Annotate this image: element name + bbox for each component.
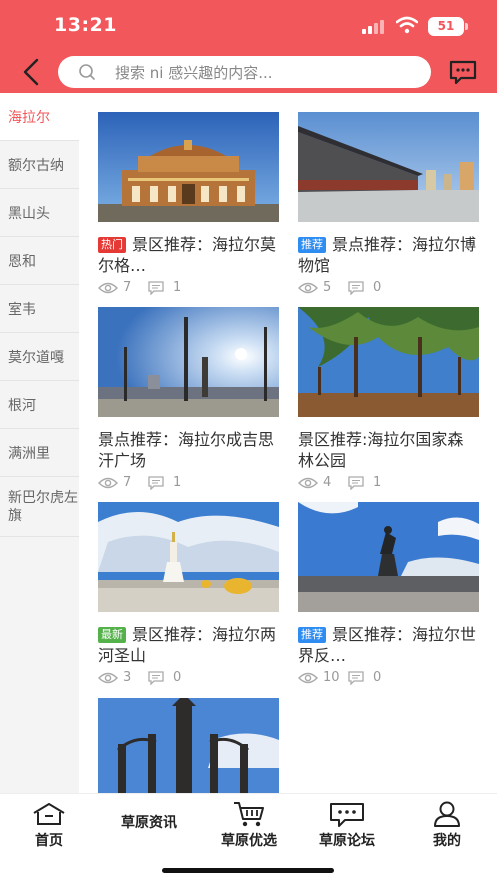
- view-count: 7: [123, 475, 132, 490]
- article-image: [98, 112, 279, 222]
- eye-icon: [298, 477, 318, 489]
- sidebar-item-shiwei[interactable]: 室韦: [0, 285, 79, 333]
- view-count: 7: [123, 280, 132, 295]
- article-image: [298, 307, 479, 417]
- nav-news[interactable]: 草原资讯: [104, 794, 194, 854]
- home-indicator: [162, 868, 334, 873]
- nav-mine[interactable]: 我的: [402, 794, 492, 854]
- region-sidebar: 海拉尔 额尔古纳 黑山头 恩和 室韦 莫尔道嘎 根河 满洲里 新巴尔虎左旗: [0, 93, 79, 793]
- nav-shop-label: 草原优选: [221, 833, 277, 849]
- comment-icon: [348, 281, 364, 295]
- article-image: [98, 307, 279, 417]
- sidebar-item-eerguna[interactable]: 额尔古纳: [0, 141, 79, 189]
- article-title: 景点推荐：海拉尔成吉思汗广场: [98, 430, 275, 470]
- article-image: [98, 502, 279, 612]
- eye-icon: [98, 282, 118, 294]
- sidebar-item-heishantou[interactable]: 黑山头: [0, 189, 79, 237]
- signal-icon: [362, 20, 386, 34]
- home-icon: [33, 803, 65, 825]
- article-title: 最新 景区推荐：海拉尔两河圣山: [98, 624, 279, 666]
- sidebar-item-hailaer[interactable]: 海拉尔: [0, 93, 79, 141]
- wifi-icon: [396, 16, 418, 34]
- search-placeholder: 搜索 ni 感兴趣的内容...: [115, 64, 273, 82]
- message-icon[interactable]: [448, 59, 478, 85]
- article-title: 推荐 景区推荐：海拉尔世界反…: [298, 624, 479, 666]
- comment-count: 0: [373, 280, 382, 295]
- nav-mine-label: 我的: [433, 833, 461, 849]
- cart-icon: [234, 802, 264, 827]
- view-count: 4: [323, 475, 332, 490]
- eye-icon: [98, 477, 118, 489]
- battery-indicator: 51: [428, 17, 464, 36]
- search-icon: [79, 64, 95, 80]
- nav-forum[interactable]: 草原论坛: [302, 794, 392, 854]
- article-image: [98, 698, 279, 793]
- sidebar-item-xinbaerhu[interactable]: 新巴尔虎左旗: [0, 477, 79, 537]
- view-count: 10: [323, 670, 340, 685]
- app-header: 13:21 51 搜索 ni 感兴趣的内容...: [0, 0, 497, 93]
- comment-icon: [348, 671, 364, 685]
- status-time: 13:21: [54, 14, 117, 36]
- view-count: 5: [323, 280, 332, 295]
- view-count: 3: [123, 670, 132, 685]
- forum-icon: [330, 803, 364, 827]
- status-bar: 13:21 51: [0, 0, 497, 52]
- article-card[interactable]: [98, 698, 279, 793]
- article-title: 推荐 景点推荐：海拉尔博物馆: [298, 234, 479, 276]
- nav-news-label: 草原资讯: [121, 815, 177, 831]
- comment-icon: [148, 476, 164, 490]
- hot-badge: 热门: [98, 237, 126, 253]
- recommend-badge: 推荐: [298, 237, 326, 253]
- sidebar-item-moerdaoga[interactable]: 莫尔道嘎: [0, 333, 79, 381]
- nav-home-label: 首页: [35, 833, 63, 849]
- eye-icon: [98, 672, 118, 684]
- comment-count: 1: [173, 475, 182, 490]
- comment-count: 1: [173, 280, 182, 295]
- comment-icon: [148, 281, 164, 295]
- article-title: 景区推荐:海拉尔国家森林公园: [298, 430, 464, 470]
- article-image: [298, 112, 479, 222]
- user-icon: [434, 801, 460, 827]
- sidebar-item-manzhouli[interactable]: 满洲里: [0, 429, 79, 477]
- comment-icon: [148, 671, 164, 685]
- comment-count: 0: [173, 670, 182, 685]
- comment-count: 0: [373, 670, 382, 685]
- article-image: [298, 502, 479, 612]
- eye-icon: [298, 282, 318, 294]
- search-input[interactable]: 搜索 ni 感兴趣的内容...: [58, 56, 431, 88]
- comment-icon: [348, 476, 364, 490]
- nav-home[interactable]: 首页: [4, 794, 94, 854]
- nav-forum-label: 草原论坛: [319, 833, 375, 849]
- sidebar-item-enhe[interactable]: 恩和: [0, 237, 79, 285]
- comment-count: 1: [373, 475, 382, 490]
- recommend-badge: 推荐: [298, 627, 326, 643]
- battery-tip: [465, 23, 468, 30]
- article-title: 热门 景区推荐：海拉尔莫尔格…: [98, 234, 279, 276]
- eye-icon: [298, 672, 318, 684]
- sidebar-item-genhe[interactable]: 根河: [0, 381, 79, 429]
- back-arrow-icon[interactable]: [18, 57, 48, 87]
- new-badge: 最新: [98, 627, 126, 643]
- nav-shop[interactable]: 草原优选: [204, 794, 294, 854]
